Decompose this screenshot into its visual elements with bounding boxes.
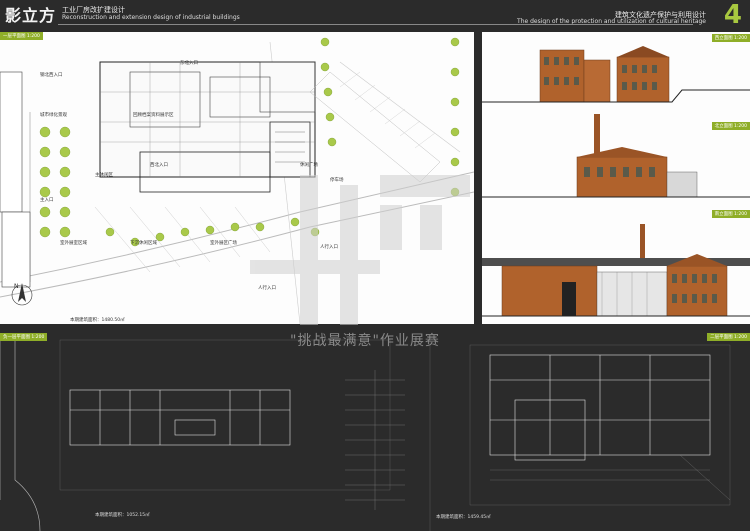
basement-area-label: 本期建筑面积：1052.15㎡ [95, 513, 150, 518]
presentation-board: 影立方 工业厂房改扩建设计 Reconstruction and extensi… [0, 0, 750, 531]
watermark-text: "挑战最满意"作业展赛 [290, 333, 440, 349]
second-floor-area-label: 本期建筑面积：1459.45㎡ [436, 515, 491, 520]
basement-plan-tag: 负一层平面图 1:200 [0, 333, 48, 341]
second-floor-plan-tag: 二层平面图 1:200 [707, 333, 750, 341]
lower-plans-drawing [0, 339, 731, 531]
